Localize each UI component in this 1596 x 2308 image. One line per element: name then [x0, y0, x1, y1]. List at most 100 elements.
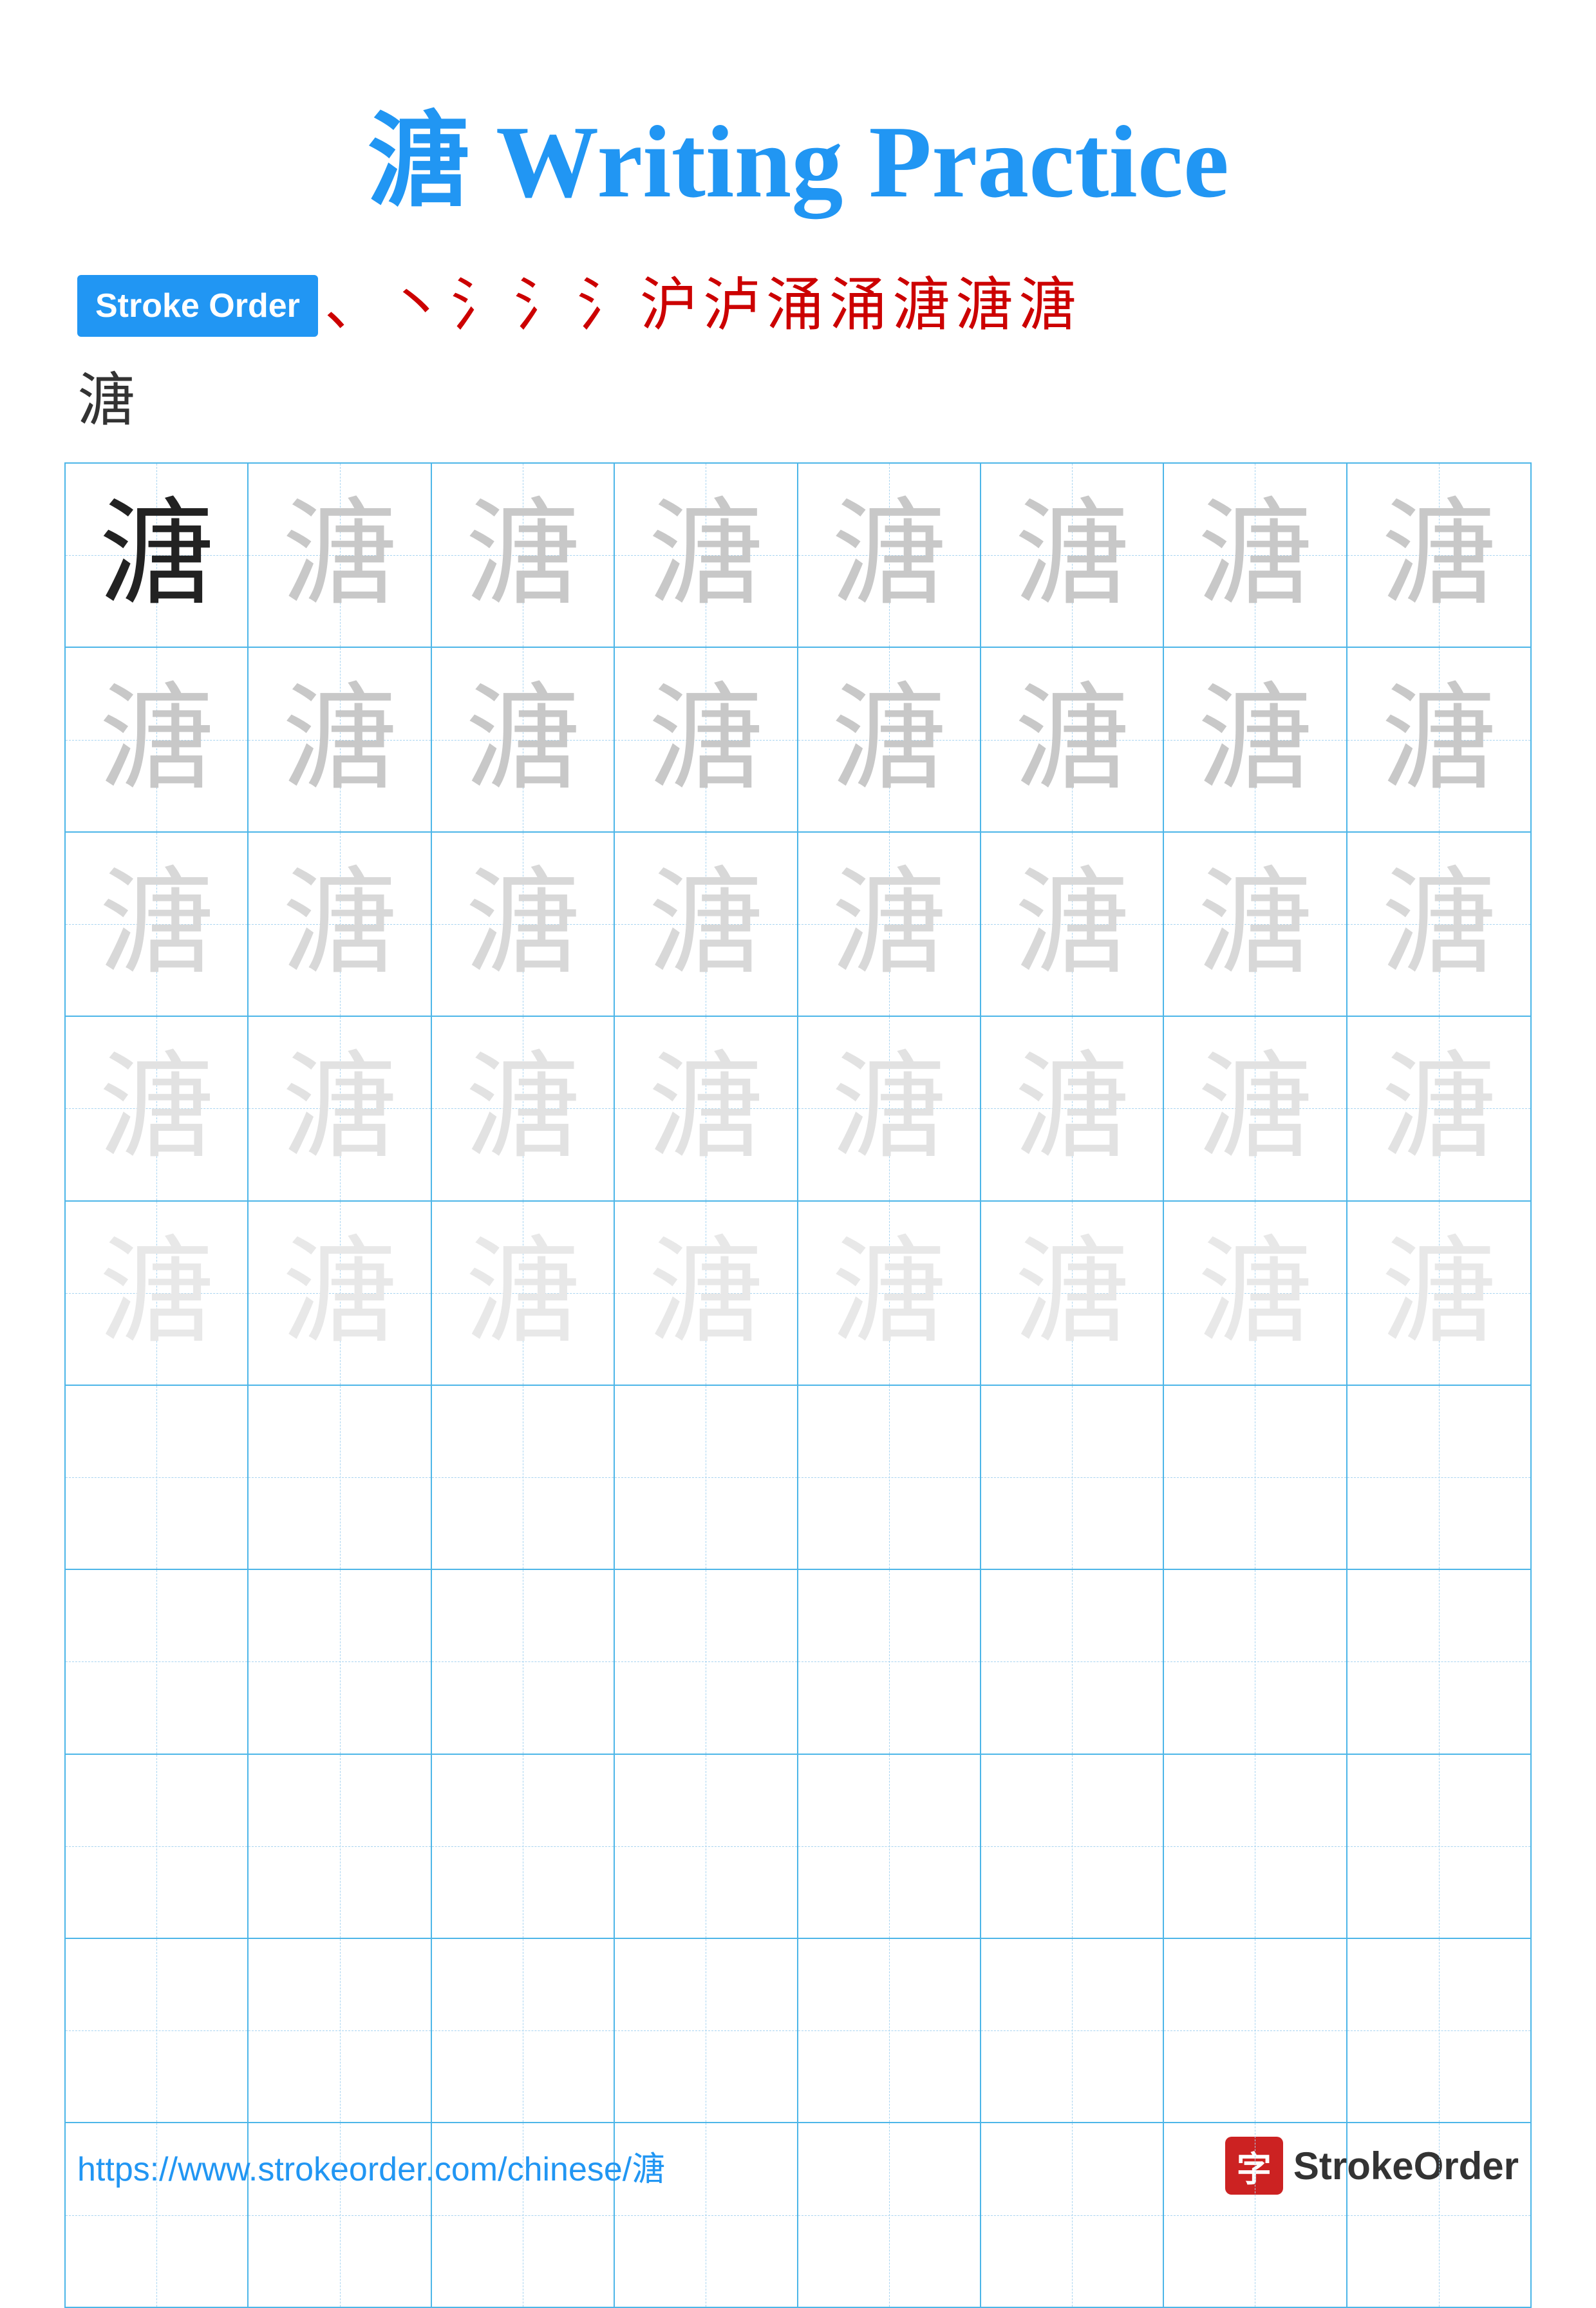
- grid-cell: [249, 1755, 431, 1938]
- grid-cell: [981, 1386, 1164, 1569]
- stroke-chars: 、 丶 氵 氵 氵 沪 泸 涌 涌 溏 溏 溏: [324, 265, 1076, 346]
- practice-char: 溏: [99, 866, 214, 982]
- footer-url[interactable]: https://www.strokeorder.com/chinese/溏: [77, 2142, 665, 2190]
- grid-cell: 溏: [249, 464, 431, 647]
- practice-char: 溏: [282, 1235, 398, 1351]
- grid-row: 溏 溏 溏 溏 溏 溏 溏 溏: [66, 464, 1530, 648]
- practice-char: 溏: [1197, 866, 1313, 982]
- grid-cell: [1164, 1386, 1347, 1569]
- grid-cell: 溏: [615, 648, 798, 831]
- grid-cell: 溏: [66, 1202, 249, 1385]
- grid-cell: [798, 1570, 981, 1753]
- practice-char: 溏: [99, 497, 214, 613]
- grid-cell: [798, 1939, 981, 2122]
- grid-cell: 溏: [1164, 464, 1347, 647]
- grid-cell: [615, 1939, 798, 2122]
- grid-row: [66, 1755, 1530, 1939]
- grid-cell: [1164, 1570, 1347, 1753]
- grid-cell: [798, 1755, 981, 1938]
- grid-cell: 溏: [798, 464, 981, 647]
- grid-cell: 溏: [1164, 833, 1347, 1016]
- practice-char: 溏: [831, 497, 947, 613]
- practice-char: 溏: [1381, 866, 1497, 982]
- practice-char: 溏: [831, 682, 947, 798]
- grid-cell: 溏: [615, 464, 798, 647]
- practice-char: 溏: [1014, 497, 1130, 613]
- grid-cell: 溏: [798, 1202, 981, 1385]
- grid-cell: 溏: [1347, 1017, 1530, 1200]
- title-char: 溏: [367, 104, 470, 219]
- practice-char: 溏: [99, 1050, 214, 1166]
- practice-char: 溏: [1197, 1050, 1313, 1166]
- grid-row: [66, 1386, 1530, 1570]
- grid-row: [66, 1570, 1530, 1754]
- practice-char: 溏: [1381, 497, 1497, 613]
- grid-cell: [249, 1939, 431, 2122]
- grid-cell: 溏: [432, 1017, 615, 1200]
- grid-cell: [66, 1570, 249, 1753]
- grid-cell: [981, 1939, 1164, 2122]
- practice-char: 溏: [831, 866, 947, 982]
- grid-cell: [1347, 1570, 1530, 1753]
- grid-cell: 溏: [66, 464, 249, 647]
- stroke-order-row: Stroke Order 、 丶 氵 氵 氵 沪 泸 涌 涌 溏 溏 溏: [77, 265, 1519, 346]
- grid-cell: 溏: [981, 648, 1164, 831]
- grid-cell: 溏: [249, 833, 431, 1016]
- practice-char: 溏: [282, 497, 398, 613]
- footer: https://www.strokeorder.com/chinese/溏 字 …: [0, 2137, 1596, 2195]
- title-text: Writing Practice: [470, 104, 1229, 219]
- grid-cell: [249, 1570, 431, 1753]
- practice-char: 溏: [1014, 682, 1130, 798]
- practice-char: 溏: [1381, 1235, 1497, 1351]
- grid-cell: 溏: [249, 1202, 431, 1385]
- footer-logo: 字 StrokeOrder: [1225, 2137, 1519, 2195]
- grid-cell: [615, 1570, 798, 1753]
- practice-char: 溏: [282, 866, 398, 982]
- grid-row: 溏 溏 溏 溏 溏 溏 溏 溏: [66, 1202, 1530, 1386]
- practice-char: 溏: [1197, 497, 1313, 613]
- practice-char: 溏: [648, 497, 764, 613]
- grid-cell: 溏: [798, 648, 981, 831]
- grid-cell: [432, 1755, 615, 1938]
- practice-char: 溏: [465, 1235, 581, 1351]
- practice-char: 溏: [648, 682, 764, 798]
- grid-row: 溏 溏 溏 溏 溏 溏 溏 溏: [66, 833, 1530, 1017]
- grid-cell: [1164, 1939, 1347, 2122]
- grid-cell: 溏: [249, 1017, 431, 1200]
- practice-char: 溏: [465, 682, 581, 798]
- stroke-order-section: Stroke Order 、 丶 氵 氵 氵 沪 泸 涌 涌 溏 溏 溏 溏: [0, 265, 1596, 437]
- grid-cell: 溏: [981, 1202, 1164, 1385]
- grid-cell: [615, 1755, 798, 1938]
- grid-cell: 溏: [1164, 1017, 1347, 1200]
- stroke-order-badge: Stroke Order: [77, 275, 318, 337]
- grid-cell: 溏: [432, 648, 615, 831]
- grid-cell: 溏: [1347, 648, 1530, 831]
- grid-cell: [66, 1939, 249, 2122]
- grid-cell: 溏: [981, 833, 1164, 1016]
- footer-logo-text: StrokeOrder: [1293, 2144, 1519, 2188]
- grid-cell: [1347, 1939, 1530, 2122]
- practice-char: 溏: [831, 1050, 947, 1166]
- grid-cell: [66, 1755, 249, 1938]
- grid-cell: 溏: [432, 464, 615, 647]
- grid-cell: [1347, 1755, 1530, 1938]
- grid-cell: 溏: [1164, 1202, 1347, 1385]
- grid-cell: [1164, 1755, 1347, 1938]
- grid-cell: [432, 1386, 615, 1569]
- practice-char: 溏: [831, 1235, 947, 1351]
- practice-char: 溏: [99, 1235, 214, 1351]
- grid-cell: 溏: [249, 648, 431, 831]
- practice-char: 溏: [282, 1050, 398, 1166]
- practice-char: 溏: [1197, 1235, 1313, 1351]
- grid-cell: 溏: [615, 1017, 798, 1200]
- grid-cell: [981, 1755, 1164, 1938]
- practice-char: 溏: [648, 866, 764, 982]
- practice-char: 溏: [99, 682, 214, 798]
- grid-cell: [249, 1386, 431, 1569]
- grid-cell: [615, 1386, 798, 1569]
- grid-cell: 溏: [798, 833, 981, 1016]
- grid-cell: [66, 1386, 249, 1569]
- grid-cell: 溏: [981, 464, 1164, 647]
- grid-cell: [432, 1570, 615, 1753]
- grid-cell: 溏: [66, 1017, 249, 1200]
